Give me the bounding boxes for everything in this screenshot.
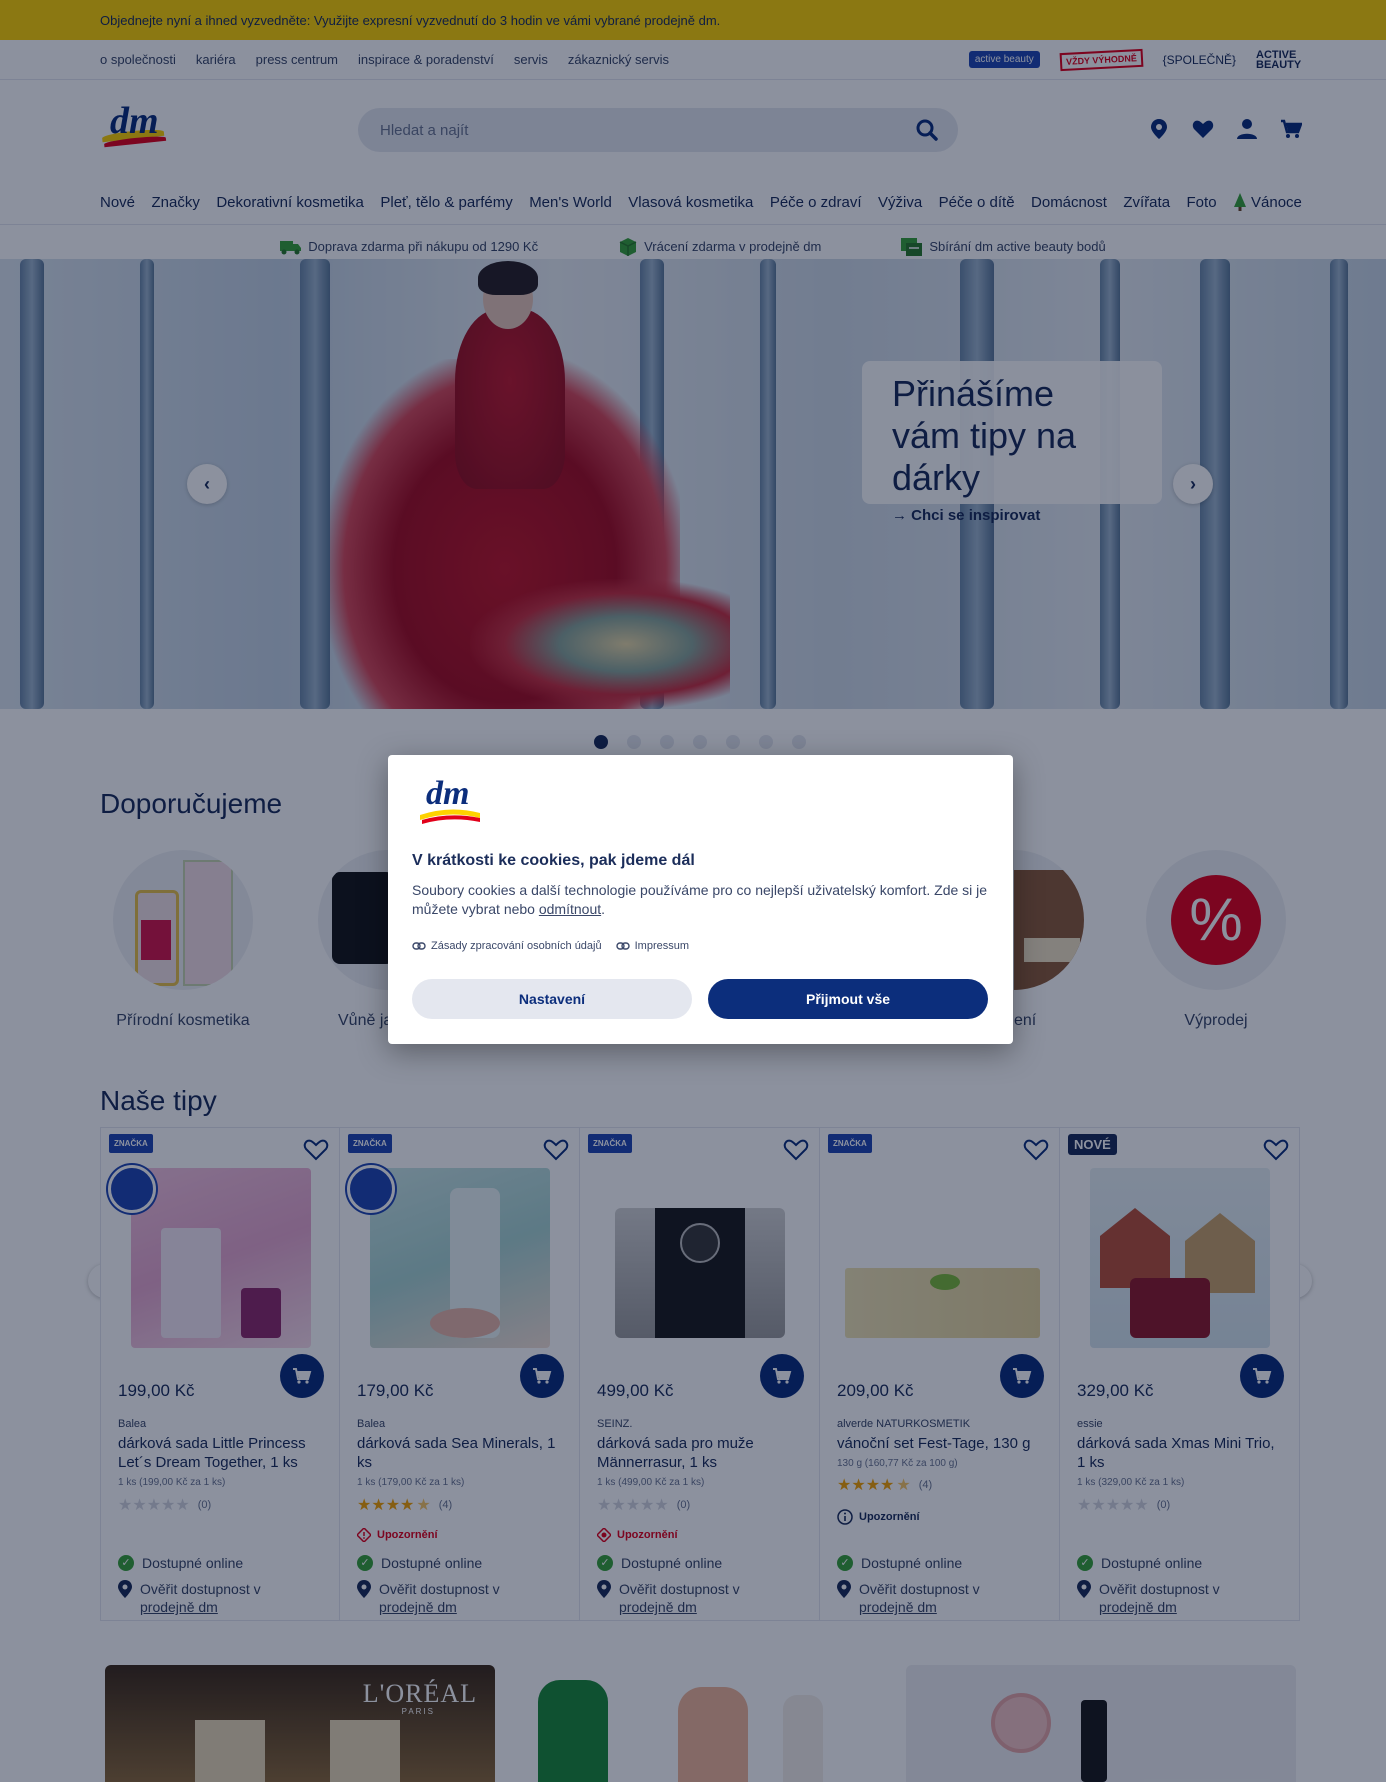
privacy-policy-link[interactable]: Zásady zpracování osobních údajů [412,940,602,952]
link-icon [615,942,630,950]
cookie-dialog-text: Soubory cookies a další technologie použ… [412,881,992,919]
accept-all-cookies-button[interactable]: Přijmout vše [708,979,988,1019]
cookie-dialog-title: V krátkosti ke cookies, pak jdeme dál [412,852,695,869]
privacy-policy-label: Zásady zpracování osobních údajů [431,940,602,952]
modal-dm-logo: dm [418,775,482,827]
impressum-label: Impressum [634,940,690,952]
cookie-settings-button[interactable]: Nastavení [412,979,692,1019]
cookie-dialog-links: Zásady zpracování osobních údajů Impress… [412,940,689,952]
cookie-text-end: . [601,901,606,917]
modal-logo-text: dm [426,775,470,812]
impressum-link[interactable]: Impressum [615,940,690,952]
link-icon [412,942,426,950]
cookie-consent-dialog: dm V krátkosti ke cookies, pak jdeme dál… [388,755,1013,1044]
cookie-text-main: Soubory cookies a další technologie použ… [412,882,988,917]
reject-cookies-link[interactable]: odmítnout [539,901,601,917]
